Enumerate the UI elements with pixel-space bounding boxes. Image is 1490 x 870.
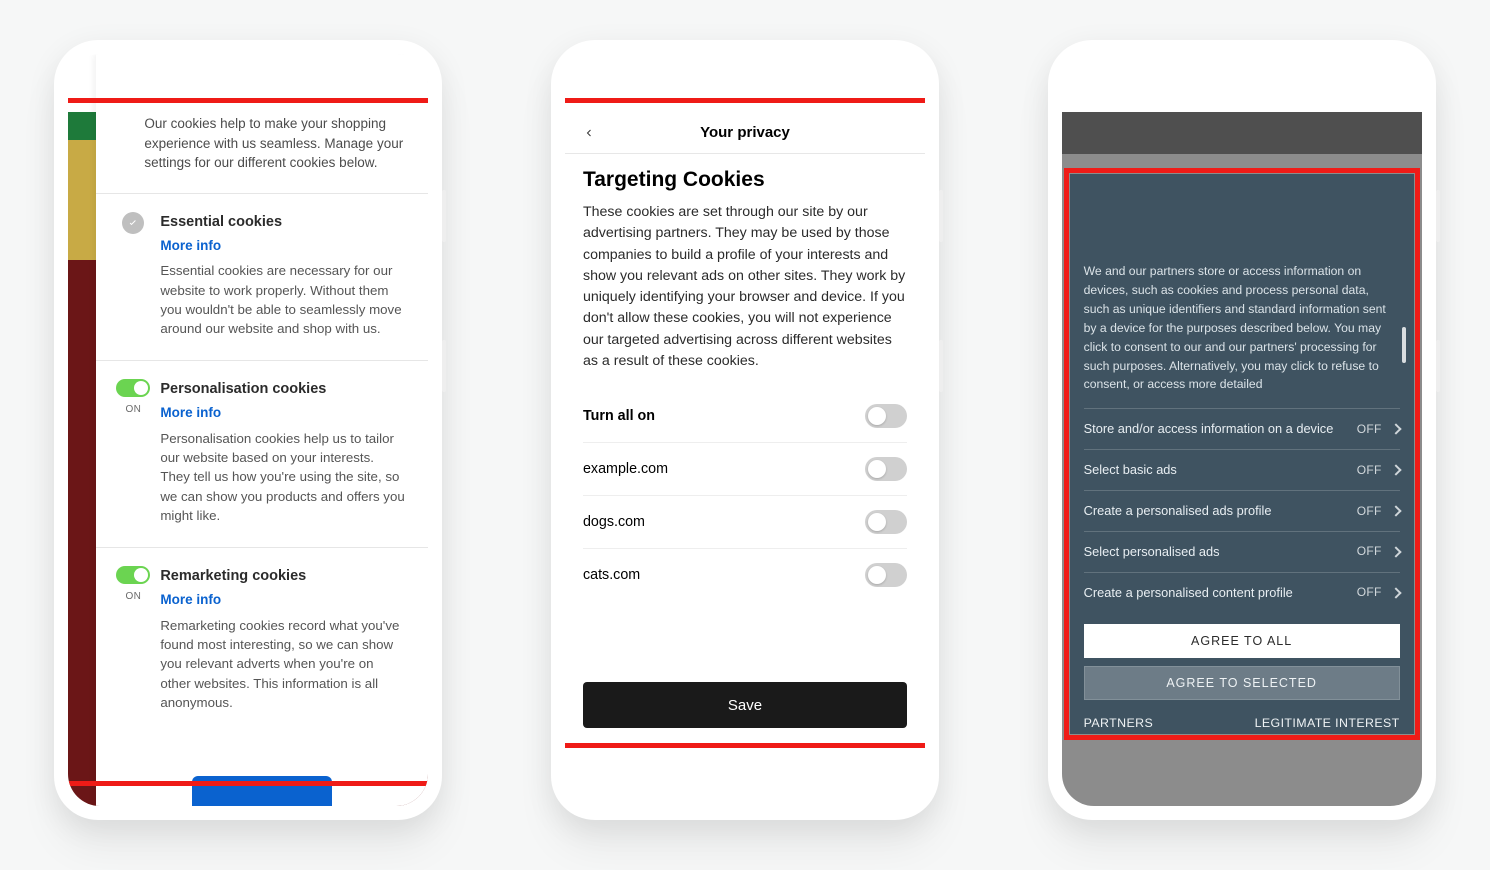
agree-to-selected-button[interactable]: AGREE TO SELECTED [1084, 666, 1400, 700]
privacy-header-title: Your privacy [700, 124, 790, 141]
consent-purpose-label: Select personalised ads [1084, 542, 1220, 562]
remarketing-cookies-title: Remarketing cookies [160, 566, 406, 587]
legitimate-interest-link[interactable]: LEGITIMATE INTEREST [1255, 714, 1400, 733]
consent-panel: We and our partners store or access info… [1070, 174, 1414, 734]
page-topbar [1062, 112, 1422, 154]
essential-cookies-title: Essential cookies [160, 212, 406, 233]
save-button[interactable]: Save [583, 682, 907, 728]
chevron-right-icon [1390, 424, 1401, 435]
essential-cookies-desc: Essential cookies are necessary for our … [160, 261, 406, 338]
personalisation-more-info-link[interactable]: More info [160, 403, 221, 423]
turn-all-on-toggle[interactable] [865, 404, 907, 428]
domain-row: example.com [583, 443, 907, 496]
essential-more-info-link[interactable]: More info [160, 236, 221, 256]
off-label: OFF [1357, 420, 1382, 439]
remarketing-cookies-desc: Remarketing cookies record what you've f… [160, 616, 406, 712]
personalisation-cookies-title: Personalisation cookies [160, 379, 406, 400]
personalisation-toggle[interactable] [116, 379, 150, 397]
off-label: OFF [1357, 502, 1382, 521]
turn-all-on-label: Turn all on [583, 408, 655, 424]
phone-2: Your privacy Targeting Cookies These coo… [551, 40, 939, 820]
agree-to-all-button[interactable]: AGREE TO ALL [1084, 624, 1400, 658]
phone-mockup-row: Our cookies help to make your shopping e… [0, 0, 1490, 860]
off-label: OFF [1357, 583, 1382, 602]
personalisation-cookies-item: ON Personalisation cookies More info Per… [118, 369, 406, 539]
domain-toggle[interactable] [865, 510, 907, 534]
cookie-intro-text: Our cookies help to make your shopping e… [144, 114, 406, 173]
remarketing-cookies-item: ON Remarketing cookies More info Remarke… [118, 556, 406, 726]
turn-all-on-row: Turn all on [583, 390, 907, 443]
remarketing-more-info-link[interactable]: More info [160, 590, 221, 610]
off-label: OFF [1357, 461, 1382, 480]
domain-label: example.com [583, 461, 668, 477]
consent-purpose-row[interactable]: Store and/or access information on a dev… [1084, 409, 1400, 450]
chevron-right-icon [1390, 587, 1401, 598]
chevron-right-icon [1390, 464, 1401, 475]
consent-purpose-row[interactable]: Create a personalised ads profile OFF [1084, 491, 1400, 532]
consent-purpose-label: Create a personalised content profile [1084, 583, 1293, 603]
domain-toggle[interactable] [865, 457, 907, 481]
privacy-header: Your privacy [565, 112, 925, 154]
consent-purpose-label: Create a personalised ads profile [1084, 501, 1272, 521]
cookie-settings-sheet: Our cookies help to make your shopping e… [96, 54, 428, 806]
back-button[interactable] [579, 123, 599, 143]
domain-label: cats.com [583, 567, 640, 583]
personalisation-cookies-desc: Personalisation cookies help us to tailo… [160, 429, 406, 525]
targeting-cookies-title: Targeting Cookies [583, 168, 907, 192]
remarketing-toggle[interactable] [116, 566, 150, 584]
consent-purpose-label: Select basic ads [1084, 460, 1177, 480]
domain-label: dogs.com [583, 514, 645, 530]
essential-cookies-item: Essential cookies More info Essential co… [118, 202, 406, 353]
chevron-right-icon [1390, 546, 1401, 557]
consent-purposes-list: Store and/or access information on a dev… [1084, 408, 1400, 612]
off-label: OFF [1357, 542, 1382, 561]
domain-row: cats.com [583, 549, 907, 601]
chevron-right-icon [1390, 505, 1401, 516]
targeting-cookies-desc: These cookies are set through our site b… [583, 202, 907, 372]
domain-row: dogs.com [583, 496, 907, 549]
scroll-thumb[interactable] [1402, 327, 1406, 363]
phone-1: Our cookies help to make your shopping e… [54, 40, 442, 820]
consent-intro-text: We and our partners store or access info… [1084, 262, 1400, 394]
consent-purpose-row[interactable]: Select basic ads OFF [1084, 450, 1400, 491]
check-circle-icon [122, 212, 144, 234]
consent-purpose-row[interactable]: Create a personalised content profile OF… [1084, 573, 1400, 613]
toggle-on-label: ON [126, 590, 142, 605]
phone-3: We and our partners store or access info… [1048, 40, 1436, 820]
toggle-on-label: ON [126, 403, 142, 418]
primary-cta-button[interactable] [192, 776, 332, 806]
partners-link[interactable]: PARTNERS [1084, 714, 1154, 733]
consent-purpose-row[interactable]: Select personalised ads OFF [1084, 532, 1400, 573]
consent-purpose-label: Store and/or access information on a dev… [1084, 419, 1334, 439]
domain-toggle[interactable] [865, 563, 907, 587]
